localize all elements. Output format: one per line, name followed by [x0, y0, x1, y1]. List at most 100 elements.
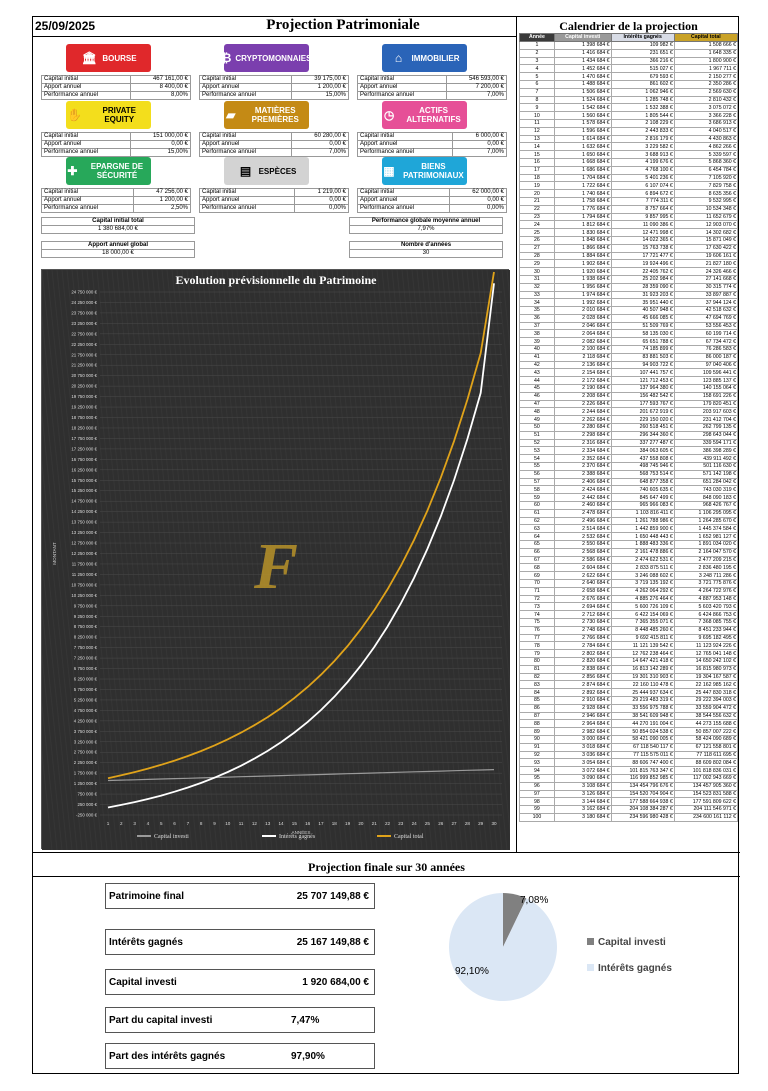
final-label: Part du capital investi	[109, 1015, 213, 1026]
table-row: 75 2 730 684 €7 365 355 071 €7 368 085 75…	[519, 617, 739, 627]
legend-label: Intérêts gagnés	[279, 834, 316, 840]
calendar-cell: 2 118 684 €	[553, 352, 612, 362]
calendar-cell: 9 857 995 €	[610, 212, 675, 222]
calendar-cell: 154 520 704 904 €	[610, 789, 675, 799]
table-row: 35 2 010 684 €40 507 948 €42 518 632 €	[519, 306, 739, 315]
calendar-cell: 42 518 632 €	[673, 306, 739, 315]
calendar-cell: 1 442 859 900 €	[610, 524, 675, 534]
y-tick-label: 8 250 000 €	[74, 635, 98, 640]
calendar-cell: 515 027 €	[610, 64, 675, 74]
table-row: 24 1 812 684 €11 090 386 €12 903 070 €	[519, 220, 739, 230]
calendar-cell: 29 219 483 319 €	[610, 695, 675, 705]
final-value: 1 920 684,00 €	[302, 977, 369, 988]
calendar-cell: 2 658 684 €	[553, 586, 612, 596]
calendar-cell: 234 600 161 112 €	[673, 812, 739, 822]
table-row: 63 2 514 684 €1 442 859 900 €1 445 374 58…	[519, 524, 739, 534]
table-row: 100 3 180 684 €234 596 980 428 €234 600 1…	[519, 812, 739, 822]
y-tick-label: 19 250 000 €	[71, 405, 97, 410]
calendar-year: 45	[519, 384, 555, 393]
calendar-cell: 2 820 684 €	[553, 656, 612, 666]
calendar-cell: 29 222 394 003 €	[673, 695, 739, 705]
calendar-cell: 123 885 137 €	[673, 376, 739, 386]
y-tick-label: 24 250 000 €	[71, 300, 97, 305]
legend-label: Intérêts gagnés	[598, 963, 672, 974]
y-tick-label: 1 250 000 €	[74, 781, 98, 786]
calendar-year: 27	[519, 243, 555, 253]
table-row: 11 1 578 684 €2 108 229 €3 686 913 €	[519, 118, 739, 128]
handshake-icon: ✋	[67, 108, 83, 122]
calendar-cell: 648 877 358 €	[610, 477, 675, 487]
asset-field-label: Capital initial	[198, 188, 296, 197]
final-row: Intérêts gagnés 25 167 149,88 €	[105, 929, 375, 955]
calendar-cell: 1 285 748 €	[610, 95, 675, 105]
asset-field-label: Capital initial	[199, 132, 292, 141]
calendar-cell: 2 622 684 €	[553, 571, 612, 580]
calendar-cell: 17 721 477 €	[610, 251, 675, 261]
calendar-year: 72	[519, 594, 555, 604]
calendar-cell: 22 405 762 €	[610, 267, 675, 276]
calendar-cell: 2 350 286 €	[673, 79, 739, 89]
vertical-divider	[516, 17, 517, 852]
final-label: Part des intérêts gagnés	[109, 1051, 226, 1062]
x-tick-label: 9	[213, 821, 216, 826]
asset-table: Capital initial 39 175,00 € Apport annuel 1…	[199, 75, 350, 100]
calendar-cell: 2 190 684 €	[553, 384, 612, 393]
calendar-header: Capital total	[673, 33, 739, 42]
calendar-cell: 2 150 277 €	[673, 72, 739, 81]
calendar-year: 10	[519, 111, 555, 120]
calendar-cell: 179 820 451 €	[673, 399, 739, 409]
calendar-cell: 1 902 684 €	[553, 259, 612, 269]
y-tick-label: 6 250 000 €	[74, 677, 98, 682]
calendar-cell: 2 208 684 €	[553, 391, 612, 401]
table-row: 39 2 082 684 €65 651 788 €67 734 472 €	[519, 337, 739, 347]
asset-table: Capital initial 62 000,00 € Apport annuel 0…	[357, 188, 508, 213]
calendar-cell: 2 532 684 €	[553, 532, 612, 541]
table-row: 54 2 352 684 €437 558 808 €439 911 492 €	[519, 454, 739, 464]
table-row: 86 2 928 684 €33 556 975 788 €33 559 904 …	[519, 703, 739, 713]
calendar-cell: 2 766 684 €	[553, 633, 612, 643]
final-label: Intérêts gagnés	[109, 937, 183, 948]
calendar-cell: 12 471 998 €	[610, 228, 675, 237]
calendar-cell: 4 430 863 €	[673, 134, 739, 144]
table-row: 12 1 596 684 €2 443 833 €4 040 517 €	[519, 126, 739, 136]
calendar-cell: 2 604 684 €	[553, 563, 612, 573]
calendar-cell: 4 262 064 292 €	[610, 586, 675, 596]
summary-apport: Apport annuel global 18 000,00 €	[41, 241, 195, 258]
calendar-year: 69	[519, 571, 555, 580]
calendar-year: 95	[519, 773, 555, 783]
calendar-cell: 229 150 020 €	[610, 415, 675, 425]
calendar-cell: 1 794 684 €	[553, 212, 612, 222]
table-row: 82 2 856 684 €19 301 310 903 €19 304 167 …	[519, 672, 739, 682]
calendar-year: 34	[519, 298, 555, 308]
asset-field-label: Performance annuel	[41, 204, 134, 213]
calendar-year: 81	[519, 664, 555, 674]
summary-value: 7,97%	[349, 225, 503, 234]
calendar-year: 12	[519, 126, 555, 136]
calendar-cell: 1 445 374 584 €	[673, 524, 739, 534]
table-row: 41 2 118 684 €83 881 503 €86 000 187 €	[519, 352, 739, 362]
calendar-cell: 2 569 630 €	[673, 87, 739, 97]
table-row: 74 2 712 684 €6 422 154 069 €6 424 866 75…	[519, 610, 739, 619]
x-tick-label: 13	[265, 821, 271, 826]
calendar-cell: 58 135 030 €	[610, 329, 675, 339]
table-row: 31 1 938 684 €25 202 984 €27 141 668 €	[519, 274, 739, 284]
calendar-cell: 1 776 684 €	[553, 204, 612, 214]
table-row: 25 1 830 684 €12 471 998 €14 302 682 €	[519, 228, 739, 237]
calendar-year: 61	[519, 508, 555, 518]
calendar-year: 24	[519, 220, 555, 230]
table-row: 81 2 838 684 €16 813 142 289 €16 815 980 …	[519, 664, 739, 674]
calendar-cell: 439 911 492 €	[673, 454, 739, 464]
calendar-year: 83	[519, 680, 555, 690]
watch-icon: ◷	[383, 108, 395, 122]
y-tick-label: 1 750 000 €	[74, 771, 98, 776]
final-label: Patrimoine final	[109, 891, 185, 902]
calendar-cell: 7 105 920 €	[673, 173, 739, 183]
calendar-year: 47	[519, 399, 555, 409]
asset-field-label: Capital initial	[357, 188, 450, 197]
calendar-year: 63	[519, 524, 555, 534]
calendar-cell: 25 447 830 318 €	[673, 688, 739, 697]
calendar-cell: 27 141 668 €	[673, 274, 739, 284]
calendar-cell: 2 514 684 €	[553, 524, 612, 534]
calendar-cell: 177 591 809 622 €	[673, 797, 739, 807]
calendar-year: 54	[519, 454, 555, 464]
